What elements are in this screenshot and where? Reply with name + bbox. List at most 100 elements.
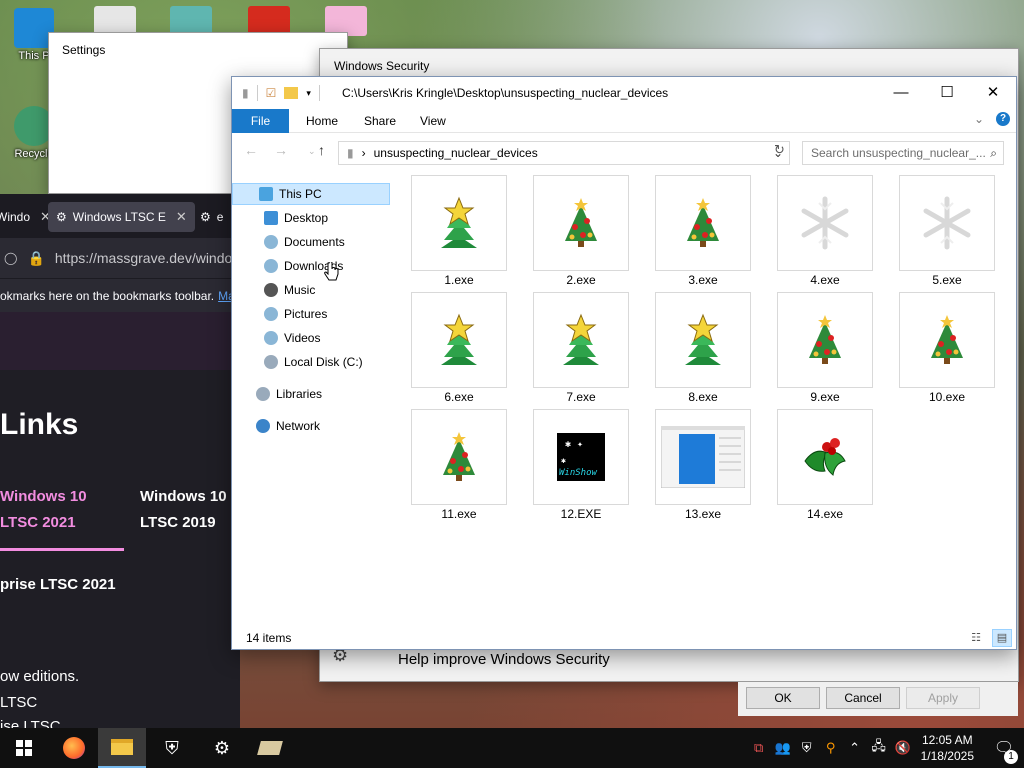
settings-taskbar-button[interactable]: ⚙ bbox=[198, 728, 246, 768]
nav-item-label: Libraries bbox=[276, 387, 323, 401]
customize-toolbar-icon[interactable]: ▾ bbox=[306, 88, 311, 99]
file-item[interactable]: 5.exe bbox=[898, 175, 996, 287]
back-arrow-icon[interactable]: ← bbox=[244, 142, 258, 158]
tab-home[interactable]: Home bbox=[292, 109, 352, 133]
file-item[interactable]: 3.exe bbox=[654, 175, 752, 287]
ok-button[interactable]: OK bbox=[746, 687, 820, 709]
start-button[interactable] bbox=[0, 728, 48, 768]
volume-muted-icon[interactable]: 🔇 bbox=[891, 740, 915, 756]
maximize-button[interactable]: ☐ bbox=[924, 77, 970, 109]
refresh-icon[interactable]: ↻ bbox=[774, 142, 785, 158]
nav-item-videos[interactable]: Videos bbox=[264, 327, 320, 349]
tray-app-icon[interactable]: ⧉ bbox=[747, 740, 771, 756]
search-icon[interactable]: ⚲ bbox=[819, 740, 843, 756]
nav-item-documents[interactable]: Documents bbox=[264, 231, 345, 253]
help-icon[interactable]: ? bbox=[996, 112, 1010, 126]
edition-tab[interactable]: Windows 10 LTSC 2019 bbox=[140, 484, 227, 536]
file-explorer-taskbar-button[interactable] bbox=[98, 728, 146, 768]
bookmarks-toolbar: okmarks here on the bookmarks toolbar. M… bbox=[0, 278, 240, 312]
videos-icon bbox=[264, 331, 278, 345]
file-item[interactable]: 8.exe bbox=[654, 292, 752, 404]
up-arrow-icon[interactable]: ↑ bbox=[318, 142, 325, 158]
tab-file[interactable]: File bbox=[232, 109, 289, 133]
minimize-button[interactable]: — bbox=[878, 77, 924, 109]
tab-view[interactable]: View bbox=[406, 109, 460, 133]
nav-item-pictures[interactable]: Pictures bbox=[264, 303, 327, 325]
window-title: Settings bbox=[62, 43, 106, 57]
winshow-icon: ✱ ✦ ✱ WinShow bbox=[533, 409, 629, 505]
file-name: 1.exe bbox=[444, 273, 474, 287]
firefox-taskbar-button[interactable] bbox=[50, 728, 98, 768]
nav-item-this-pc[interactable]: This PC bbox=[232, 183, 390, 205]
music-icon bbox=[264, 283, 278, 297]
search-input[interactable]: Search unsuspecting_nuclear_... ⌕ bbox=[802, 141, 1004, 165]
nav-item-music[interactable]: Music bbox=[264, 279, 315, 301]
nav-item-libraries[interactable]: Libraries bbox=[256, 383, 322, 405]
file-item[interactable]: 13.exe bbox=[654, 409, 752, 521]
xmas-tree-icon bbox=[411, 409, 507, 505]
chevron-up-icon[interactable]: ⌃ bbox=[843, 740, 867, 756]
explorer-titlebar[interactable]: ▮ ☑ ▾ C:\Users\Kris Kringle\Desktop\unsu… bbox=[232, 77, 1016, 109]
file-item[interactable]: 4.exe bbox=[776, 175, 874, 287]
nav-item-label: Desktop bbox=[284, 211, 329, 225]
properties-icon[interactable]: ☑ bbox=[266, 86, 277, 100]
file-item[interactable]: 6.exe bbox=[410, 292, 508, 404]
details-view-icon[interactable]: ☷ bbox=[966, 629, 986, 647]
page-heading: Links bbox=[0, 408, 79, 441]
file-item[interactable]: 14.exe bbox=[776, 409, 874, 521]
network-icon[interactable]: 🖧 bbox=[867, 737, 891, 759]
apply-button[interactable]: Apply bbox=[906, 687, 980, 709]
snowflake-icon bbox=[899, 175, 995, 271]
file-item[interactable]: 10.exe bbox=[898, 292, 996, 404]
shield-icon[interactable]: ⛨ bbox=[795, 740, 819, 756]
expand-ribbon-icon[interactable]: ⌄ bbox=[974, 112, 984, 126]
file-item[interactable]: ✱ ✦ ✱ WinShow 12.EXE bbox=[532, 409, 630, 521]
page-header-band bbox=[0, 312, 240, 370]
folder-icon: ▮ bbox=[347, 146, 354, 160]
file-item[interactable]: 11.exe bbox=[410, 409, 508, 521]
browser-tab-active[interactable]: ⚙ Windows LTSC E ✕ bbox=[48, 202, 195, 232]
recent-locations-icon[interactable]: ⌄ bbox=[308, 146, 316, 157]
svg-text:WinShow: WinShow bbox=[559, 468, 598, 478]
dialog-button-row: OK Cancel Apply bbox=[738, 682, 1018, 716]
file-item[interactable]: 2.exe bbox=[532, 175, 630, 287]
file-explorer-window[interactable]: ▮ ☑ ▾ C:\Users\Kris Kringle\Desktop\unsu… bbox=[231, 76, 1017, 650]
drive-icon bbox=[264, 355, 278, 369]
browser-tab[interactable]: Windo ✕ bbox=[0, 202, 51, 232]
file-item[interactable]: 9.exe bbox=[776, 292, 874, 404]
help-improve-link[interactable]: Help improve Windows Security bbox=[398, 651, 610, 668]
nav-item-local-disk[interactable]: Local Disk (C:) bbox=[264, 351, 363, 373]
nav-item-network[interactable]: Network bbox=[256, 415, 320, 437]
browser-tab[interactable]: ⚙ e bbox=[200, 202, 223, 232]
cancel-button[interactable]: Cancel bbox=[826, 687, 900, 709]
breadcrumb[interactable]: unsuspecting_nuclear_devices bbox=[374, 142, 538, 164]
tab-label: Windo bbox=[0, 210, 31, 224]
file-item[interactable]: 1.exe bbox=[410, 175, 508, 287]
network-icon bbox=[256, 419, 270, 433]
file-item[interactable]: 7.exe bbox=[532, 292, 630, 404]
edition-label: Windows 10 LTSC 2019 bbox=[140, 488, 227, 531]
action-center-button[interactable]: 🗨 1 bbox=[984, 738, 1024, 764]
edition-label: Windows 10 LTSC 2021 bbox=[0, 488, 87, 531]
window-title: Windows Security bbox=[334, 59, 430, 73]
section-heading: prise LTSC 2021 bbox=[0, 576, 116, 593]
nav-item-desktop[interactable]: Desktop bbox=[264, 207, 328, 229]
new-folder-icon[interactable] bbox=[284, 87, 299, 99]
close-button[interactable]: ✕ bbox=[970, 77, 1016, 109]
edition-tab-active[interactable]: Windows 10 LTSC 2021 bbox=[0, 484, 87, 536]
address-bar[interactable]: ▮ › unsuspecting_nuclear_devices ⌄ bbox=[338, 141, 790, 165]
misc-app-taskbar-button[interactable] bbox=[246, 728, 294, 768]
url-bar[interactable]: ◯ 🔒 https://massgrave.dev/windo bbox=[0, 238, 240, 278]
forward-arrow-icon[interactable]: → bbox=[274, 142, 288, 158]
firefox-browser-window[interactable]: Windo ✕ ⚙ Windows LTSC E ✕ ⚙ e ◯ 🔒 https:/… bbox=[0, 194, 240, 728]
xmas-tree-icon bbox=[533, 175, 629, 271]
clock[interactable]: 12:05 AM 1/18/2025 bbox=[921, 732, 974, 764]
close-tab-icon[interactable]: ✕ bbox=[176, 209, 187, 225]
large-icons-view-icon[interactable]: ▤ bbox=[992, 629, 1012, 647]
windows-security-taskbar-button[interactable]: ⛨ bbox=[148, 728, 196, 768]
xmas-tree-icon bbox=[777, 292, 873, 388]
ribbon-tabs: File Home Share View ⌄ ? bbox=[232, 109, 1016, 133]
people-icon[interactable]: 👥 bbox=[771, 740, 795, 756]
tab-share[interactable]: Share bbox=[350, 109, 410, 133]
search-placeholder: Search unsuspecting_nuclear_... bbox=[811, 146, 986, 160]
